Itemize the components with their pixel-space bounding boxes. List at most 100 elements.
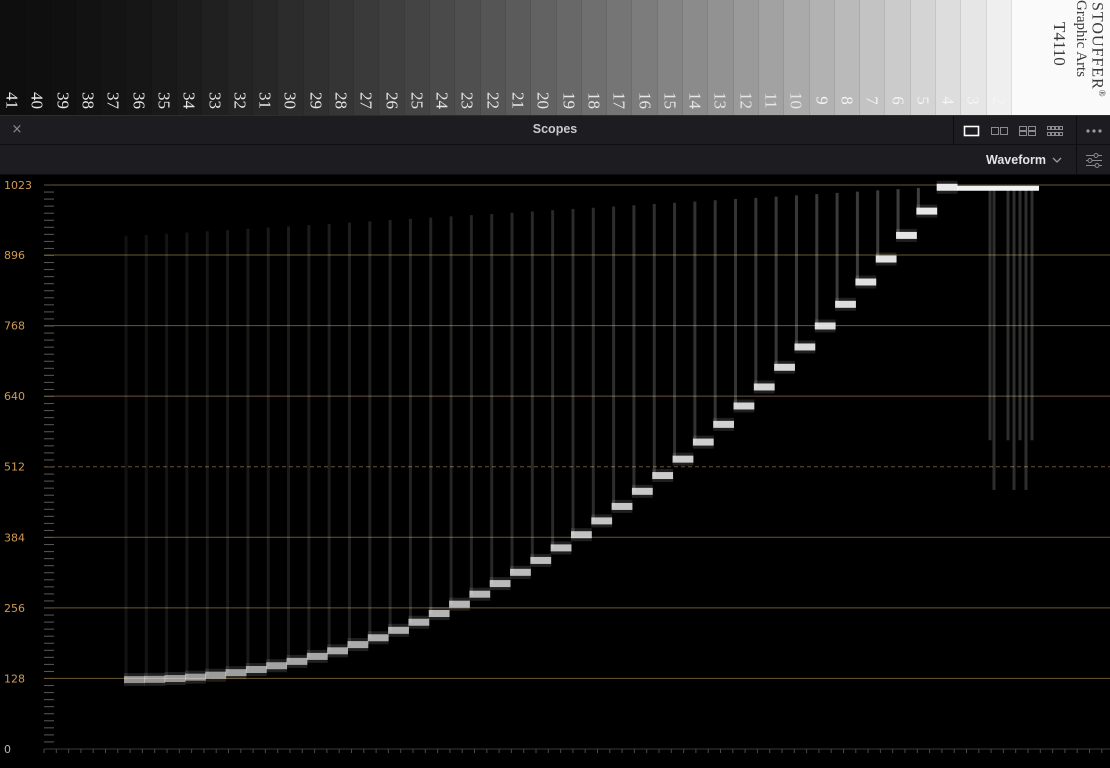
wedge-step: 4 [935,0,962,115]
toolbar-divider [1076,145,1077,175]
wedge-step-number: 13 [710,92,730,109]
waveform-step-glow [530,553,552,567]
close-icon[interactable]: × [10,121,24,139]
wedge-step-number: 26 [382,92,402,109]
waveform-step-glow [205,668,227,682]
wedge-step: 35 [151,0,178,115]
wedge-step: 21 [505,0,532,115]
waveform-step-glow [631,484,653,498]
wedge-step: 15 [657,0,684,115]
wedge-step-number: 20 [533,92,553,109]
waveform-step-glow [489,577,511,591]
wedge-brand-subtitle: Graphic Arts [1073,0,1089,78]
waveform-scope: 1023 896 768 640 512 384 256 128 0 [0,175,1110,768]
wedge-step: 17 [607,0,633,115]
wedge-step: 27 [354,0,380,115]
waveform-step-glow [672,452,694,466]
waveform-step-glow [611,499,633,513]
waveform-step-glow [896,228,917,242]
waveform-step-glow [408,615,430,629]
waveform-step-glow [225,666,247,680]
waveform-step-glow [306,649,328,663]
waveform-step-glow [367,631,389,645]
waveform-step-glow [692,435,714,449]
wedge-step: 30 [278,0,304,115]
wedge-step: 13 [708,0,734,115]
wedge-step: 18 [581,0,608,115]
grid-view-button[interactable] [1042,121,1068,141]
waveform-step-glow [774,360,795,374]
axis-label: 512 [4,461,25,474]
step-wedge-preview: 41 40 39 38 37 36 35 34 33 32 31 30 29 28 27 26 25 24 23 22… [0,0,1110,115]
waveform-step-glow [449,597,470,611]
chevron-down-icon [1052,157,1062,163]
sliders-icon[interactable] [1083,150,1105,170]
dual-view-button[interactable] [986,121,1012,141]
axis-label: 256 [4,602,25,615]
waveform-step-glow [713,417,735,431]
wedge-step: 39 [50,0,76,115]
wedge-step: 8 [834,0,861,115]
waveform-step-glow [327,644,348,658]
wedge-step-number: 34 [179,92,199,109]
scope-mode-label: Waveform [986,153,1046,167]
wedge-step-number: 36 [129,92,149,109]
wedge-step-number: 8 [837,96,857,105]
waveform-step-glow [591,514,613,528]
wedge-model-number: T4110 [1050,22,1069,66]
wedge-step-number: 5 [913,96,933,105]
panel-title: Scopes [532,122,578,136]
wedge-step-number: 17 [609,92,629,109]
wedge-step-number: 28 [331,92,351,109]
wedge-step-number: 23 [457,92,477,109]
wedge-step: 31 [252,0,279,115]
wedge-step: 24 [430,0,456,115]
quad-view-button[interactable] [1014,121,1040,141]
wedge-step: 22 [480,0,506,115]
wedge-step: 37 [101,0,127,115]
wedge-step-number: 27 [356,92,376,109]
wedge-step: 5 [910,0,936,115]
wedge-step-number: 16 [635,92,655,109]
wedge-step: 26 [379,0,405,115]
waveform-step-glow [652,469,674,483]
wedge-step-number: 30 [280,92,300,109]
wedge-step: 11 [758,0,785,115]
wedge-step-number: 4 [938,96,958,105]
waveform-graph: 1023 896 768 640 512 384 256 128 0 [4,179,1110,756]
wedge-step: 16 [632,0,658,115]
waveform-step-glow [550,541,572,555]
wedge-step-number: 25 [407,92,427,109]
header-divider [953,116,954,146]
scopes-toolbar: Waveform [0,145,1110,175]
waveform-step-glow [855,275,877,289]
axis-label: 1023 [4,179,32,192]
wedge-step: 2 [986,0,1012,115]
waveform-step-glow [347,638,369,652]
waveform-step-glow [936,180,958,194]
wedge-step-number: 2 [989,96,1009,105]
wedge-step-number: 37 [103,92,123,109]
waveform-step-glow [286,654,308,668]
wedge-step: 6 [885,0,911,115]
wedge-step: 19 [556,0,582,115]
wedge-step-number: 14 [685,92,705,109]
waveform-step-glow [164,672,186,686]
wedge-step-number: 40 [27,92,47,109]
waveform-step-glow [510,565,531,579]
single-view-button[interactable] [958,121,984,141]
wedge-step-number: 38 [78,92,98,109]
grid-view-icon [1047,126,1063,136]
wedge-step-number: 12 [736,92,756,109]
wedge-step-number: 32 [230,92,250,109]
wedge-step: 41 [0,0,26,115]
wedge-step: 9 [809,0,835,115]
wedge-step: 10 [784,0,810,115]
scope-mode-dropdown[interactable]: Waveform [980,150,1072,170]
wedge-step: 14 [683,0,709,115]
ellipsis-icon[interactable] [1083,121,1105,141]
waveform-step-glow [570,528,592,542]
wedge-step: 29 [303,0,329,115]
axis-label: 896 [4,249,25,262]
wedge-step: 34 [177,0,203,115]
